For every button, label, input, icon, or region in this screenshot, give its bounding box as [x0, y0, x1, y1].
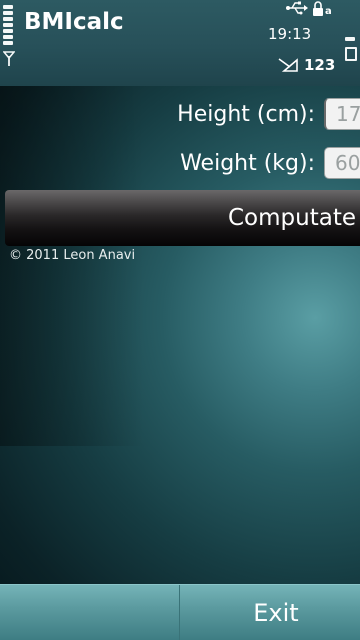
weight-label: Weight (kg):: [180, 150, 315, 176]
exit-button-label: Exit: [253, 598, 299, 627]
exit-button[interactable]: Exit: [180, 585, 360, 640]
compute-button[interactable]: Computate: [5, 190, 360, 246]
left-softkey[interactable]: [0, 585, 179, 640]
network-icon: [278, 58, 298, 72]
antenna-icon: [3, 51, 15, 66]
weight-input[interactable]: [324, 147, 360, 179]
weight-row: Weight (kg):: [180, 145, 360, 181]
svg-text:a: a: [325, 6, 332, 17]
screen: BMIcalc a 19:13 123 Height (cm): 17 Weig…: [0, 0, 360, 640]
network-indicator-label: 123: [304, 56, 336, 74]
keypad-lock-icon: a: [313, 1, 332, 17]
clock: 19:13: [268, 25, 312, 43]
main-content: Height (cm): Weight (kg): Computate © 20…: [0, 86, 360, 446]
app-title: BMIcalc: [24, 9, 124, 35]
usb-icon: [286, 1, 308, 15]
softkey-bar: Exit: [0, 584, 360, 640]
compute-button-label: Computate: [228, 205, 356, 231]
battery-icon: [343, 37, 357, 71]
height-row: Height (cm):: [177, 96, 360, 132]
height-label: Height (cm):: [177, 101, 315, 127]
height-input[interactable]: [324, 98, 360, 130]
signal-strength-icon: [3, 5, 14, 47]
copyright-text: © 2011 Leon Anavi: [9, 248, 136, 263]
status-bar: BMIcalc a 19:13 123: [0, 0, 360, 86]
